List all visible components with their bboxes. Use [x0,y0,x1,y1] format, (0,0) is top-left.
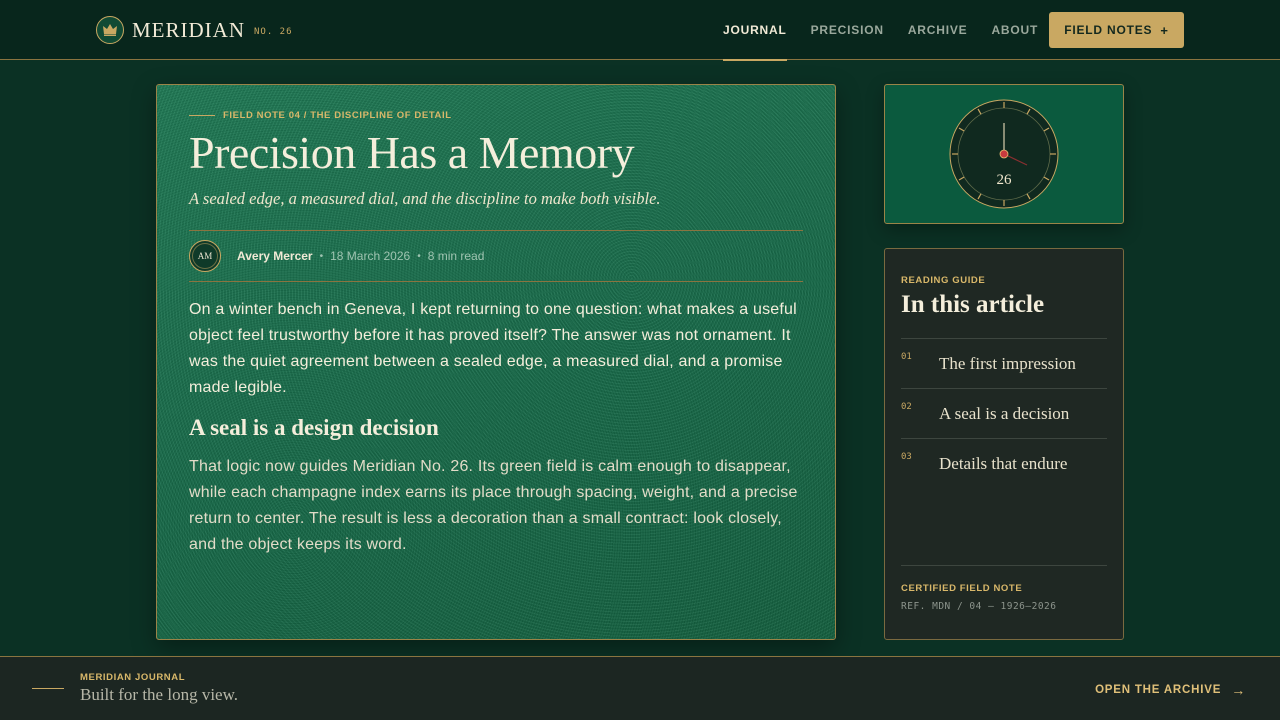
nav-journal[interactable]: JOURNAL [723,0,787,61]
dial-card: 26 [884,84,1124,224]
article-dek: A sealed edge, a measured dial, and the … [189,189,661,208]
nav-archive[interactable]: ARCHIVE [908,0,968,60]
crown-icon [96,16,124,44]
table-of-contents: 01 The first impression 02 A seal is a d… [901,338,1107,488]
site-footer: MERIDIAN JOURNAL Built for the long view… [0,656,1280,720]
toc-label: Details that endure [939,453,1068,473]
brand-name: MERIDIAN [132,17,245,42]
reference-code: REF. MDN / 04 — 1926–2026 [901,601,1057,612]
reading-guide: READING GUIDE In this article 01 The fir… [884,248,1124,640]
toc-number: 03 [901,452,912,462]
brand[interactable]: MERIDIAN NO. 26 [96,16,293,44]
avatar-initials: AM [197,251,213,261]
footer-eyebrow: MERIDIAN JOURNAL [80,672,186,683]
article-eyebrow: FIELD NOTE 04 / THE DISCIPLINE OF DETAIL [189,110,452,121]
byline: AM Avery Mercer • 18 March 2026 • 8 min … [189,230,803,282]
dial-number: 26 [997,172,1013,188]
toc-item[interactable]: 03 Details that endure [901,438,1107,488]
guide-eyebrow: READING GUIDE [901,275,986,286]
toc-number: 02 [901,402,912,412]
toc-label: The first impression [939,353,1076,373]
guide-title: In this article [901,291,1045,318]
plus-icon: + [1160,22,1169,38]
main-nav: JOURNAL PRECISION ARCHIVE ABOUT [723,0,1062,61]
nav-precision[interactable]: PRECISION [811,0,884,60]
publish-date: 18 March 2026 [330,249,411,263]
toc-label: A seal is a decision [939,403,1070,423]
article-paragraph: On a winter bench in Geneva, I kept retu… [189,301,797,396]
article-title: Precision Has a Memory [189,127,635,178]
open-archive-link[interactable]: OPEN THE ARCHIVE → [1095,682,1246,698]
field-notes-label: FIELD NOTES [1064,23,1153,37]
eyebrow-rule [189,115,215,116]
footer-tagline: Built for the long view. [80,685,239,704]
toc-item[interactable]: 02 A seal is a decision [901,388,1107,438]
meta-separator: • [417,250,421,262]
author-name[interactable]: Avery Mercer [237,249,313,263]
site-header: MERIDIAN NO. 26 JOURNAL PRECISION ARCHIV… [0,0,1280,61]
field-notes-button[interactable]: FIELD NOTES + [1049,12,1184,48]
article-paragraph: That logic now guides Meridian No. 26. I… [189,458,798,553]
footer-rule [32,688,64,689]
issue-number: NO. 26 [254,26,293,37]
article-subhead: A seal is a design decision [189,415,439,440]
article-card: FIELD NOTE 04 / THE DISCIPLINE OF DETAIL… [156,84,836,640]
watch-dial-icon: 26 [949,99,1059,209]
avatar: AM [189,240,221,272]
open-archive-label: OPEN THE ARCHIVE [1095,684,1222,696]
cert-label: CERTIFIED FIELD NOTE [901,583,1023,594]
toc-number: 01 [901,352,912,362]
nav-about[interactable]: ABOUT [991,0,1038,60]
toc-item[interactable]: 01 The first impression [901,338,1107,388]
certification: CERTIFIED FIELD NOTE REF. MDN / 04 — 192… [901,565,1107,612]
arrow-right-icon: → [1231,682,1246,698]
read-time: 8 min read [427,249,485,263]
meta-separator: • [319,250,324,262]
eyebrow-text: FIELD NOTE 04 / THE DISCIPLINE OF DETAIL [223,110,452,121]
